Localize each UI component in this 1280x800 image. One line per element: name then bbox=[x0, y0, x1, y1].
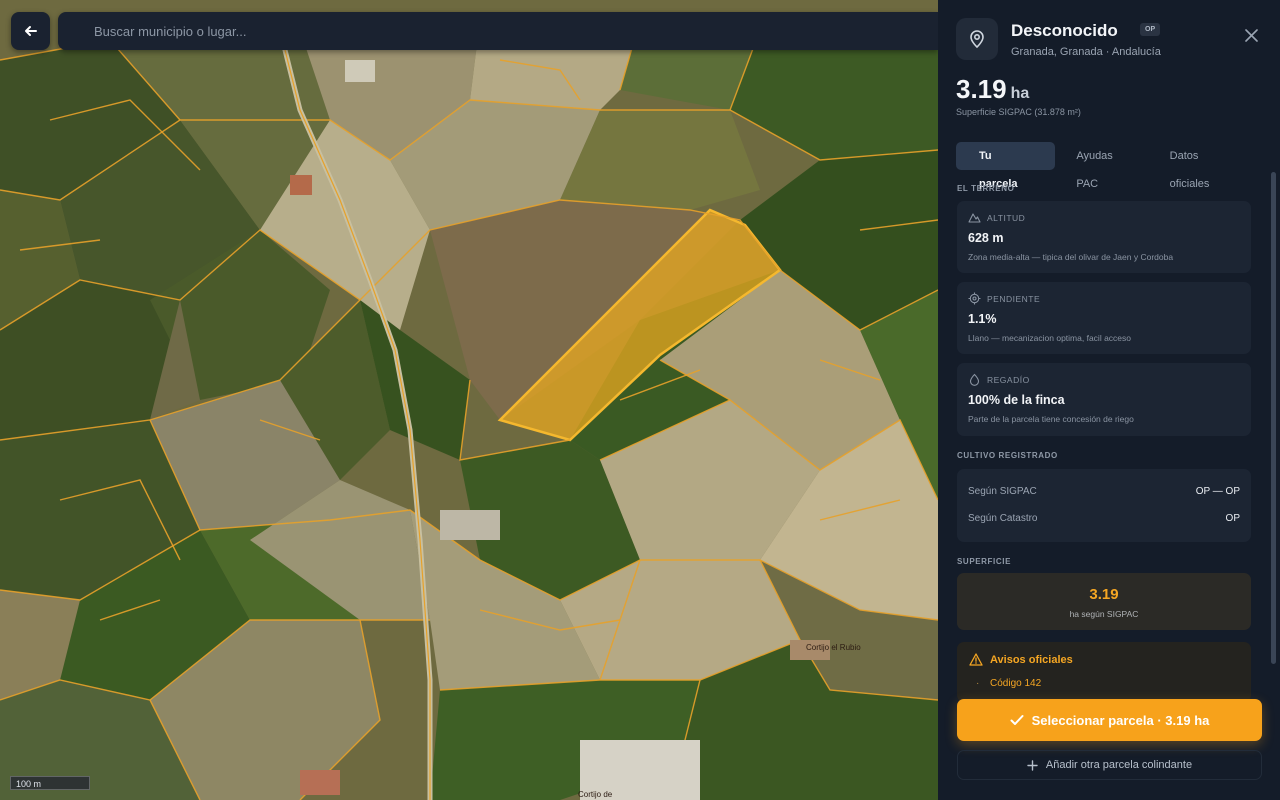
crop-row-label: Según Catastro bbox=[968, 513, 1038, 524]
tab-ayudas-pac[interactable]: Ayudas PAC bbox=[1064, 142, 1148, 190]
panel-tabs: Tu parcela Ayudas PAC Datos oficiales bbox=[956, 142, 1252, 190]
warning-icon bbox=[969, 653, 983, 666]
warnings-title: Avisos oficiales bbox=[990, 654, 1073, 666]
crop-row-value: OP bbox=[1225, 513, 1240, 524]
back-button[interactable] bbox=[11, 12, 50, 50]
surface-card: 3.19 ha según SIGPAC bbox=[957, 573, 1251, 630]
irrigation-label: REGADÍO bbox=[987, 375, 1030, 385]
crop-row-value: OP — OP bbox=[1195, 486, 1240, 497]
parcel-location: Granada, Granada · Andalucía bbox=[1011, 46, 1161, 58]
panel-header: Desconocido OP Granada, Granada · Andalu… bbox=[956, 18, 1264, 64]
altitude-desc: Zona media-alta — tipica del olivar de J… bbox=[968, 252, 1174, 262]
search-bar[interactable] bbox=[58, 12, 938, 50]
close-icon bbox=[1244, 28, 1258, 42]
altitude-card: ALTITUD 628 m Zona media-alta — tipica d… bbox=[957, 201, 1251, 273]
parcel-detail-panel: Desconocido OP Granada, Granada · Andalu… bbox=[938, 0, 1280, 800]
map-pin-icon bbox=[970, 30, 984, 49]
official-warnings-card: Avisos oficiales · Código 142 bbox=[957, 642, 1251, 702]
satellite-map[interactable]: Cortijo el Rubio Cortijo de 100 m bbox=[0, 0, 938, 800]
place-label: Cortijo el Rubio bbox=[806, 643, 861, 652]
scrollbar[interactable] bbox=[1271, 172, 1276, 664]
tab-datos-oficiales[interactable]: Datos oficiales bbox=[1158, 142, 1252, 190]
warning-item: Código 142 bbox=[990, 678, 1042, 689]
select-parcel-button[interactable]: Seleccionar parcela · 3.19 ha bbox=[957, 699, 1262, 741]
irrigation-card: REGADÍO 100% de la finca Parte de la par… bbox=[957, 363, 1251, 436]
add-adjacent-parcel-button[interactable]: Añadir otra parcela colindante bbox=[957, 750, 1262, 780]
crop-badge: OP bbox=[1140, 23, 1161, 36]
parcel-map-layer[interactable] bbox=[0, 0, 938, 800]
check-icon bbox=[1010, 715, 1024, 725]
crop-row-catastro: Según Catastro OP bbox=[968, 513, 1240, 524]
select-parcel-label: Seleccionar parcela · 3.19 ha bbox=[1031, 712, 1210, 728]
slope-desc: Llano — mecanizacion optima, facil acces… bbox=[968, 333, 1131, 343]
tab-tu-parcela[interactable]: Tu parcela bbox=[956, 142, 1056, 190]
place-label: Cortijo de bbox=[578, 790, 613, 799]
location-pin-box bbox=[956, 18, 998, 60]
add-adjacent-parcel-label: Añadir otra parcela colindante bbox=[1045, 759, 1193, 771]
parcel-area-unit: ha bbox=[1010, 85, 1030, 102]
section-label-terreno: EL TERRENO bbox=[957, 184, 1015, 193]
altitude-label: ALTITUD bbox=[987, 213, 1026, 223]
mountain-icon bbox=[968, 213, 981, 223]
section-label-cultivo: CULTIVO REGISTRADO bbox=[957, 451, 1058, 460]
search-input[interactable] bbox=[94, 23, 938, 39]
arrow-left-icon bbox=[24, 26, 37, 36]
water-drop-icon bbox=[969, 373, 980, 386]
surface-value: 3.19 bbox=[1089, 586, 1119, 603]
irrigation-value: 100% de la finca bbox=[968, 393, 1065, 407]
altitude-value: 628 m bbox=[968, 231, 1004, 245]
target-icon bbox=[968, 292, 981, 305]
warning-bullet: · bbox=[976, 678, 980, 689]
crop-row-sigpac: Según SIGPAC OP — OP bbox=[968, 486, 1240, 497]
crop-card: Según SIGPAC OP — OP Según Catastro OP bbox=[957, 469, 1251, 542]
crop-row-label: Según SIGPAC bbox=[968, 486, 1037, 497]
plus-icon bbox=[1027, 759, 1038, 771]
surface-caption: ha según SIGPAC bbox=[1069, 609, 1139, 619]
section-label-superficie: SUPERFICIE bbox=[957, 557, 1012, 566]
slope-value: 1.1% bbox=[968, 312, 997, 326]
irrigation-desc: Parte de la parcela tiene concesión de r… bbox=[968, 414, 1134, 424]
map-scale: 100 m bbox=[10, 776, 90, 790]
slope-card: PENDIENTE 1.1% Llano — mecanizacion opti… bbox=[957, 282, 1251, 354]
close-button[interactable] bbox=[1242, 26, 1260, 44]
parcel-area: 3.19 ha bbox=[956, 74, 1029, 105]
parcel-area-caption: Superficie SIGPAC (31.878 m²) bbox=[956, 107, 1081, 117]
parcel-area-value: 3.19 bbox=[956, 74, 1007, 104]
slope-label: PENDIENTE bbox=[987, 294, 1041, 304]
parcel-title: Desconocido bbox=[1011, 21, 1118, 40]
